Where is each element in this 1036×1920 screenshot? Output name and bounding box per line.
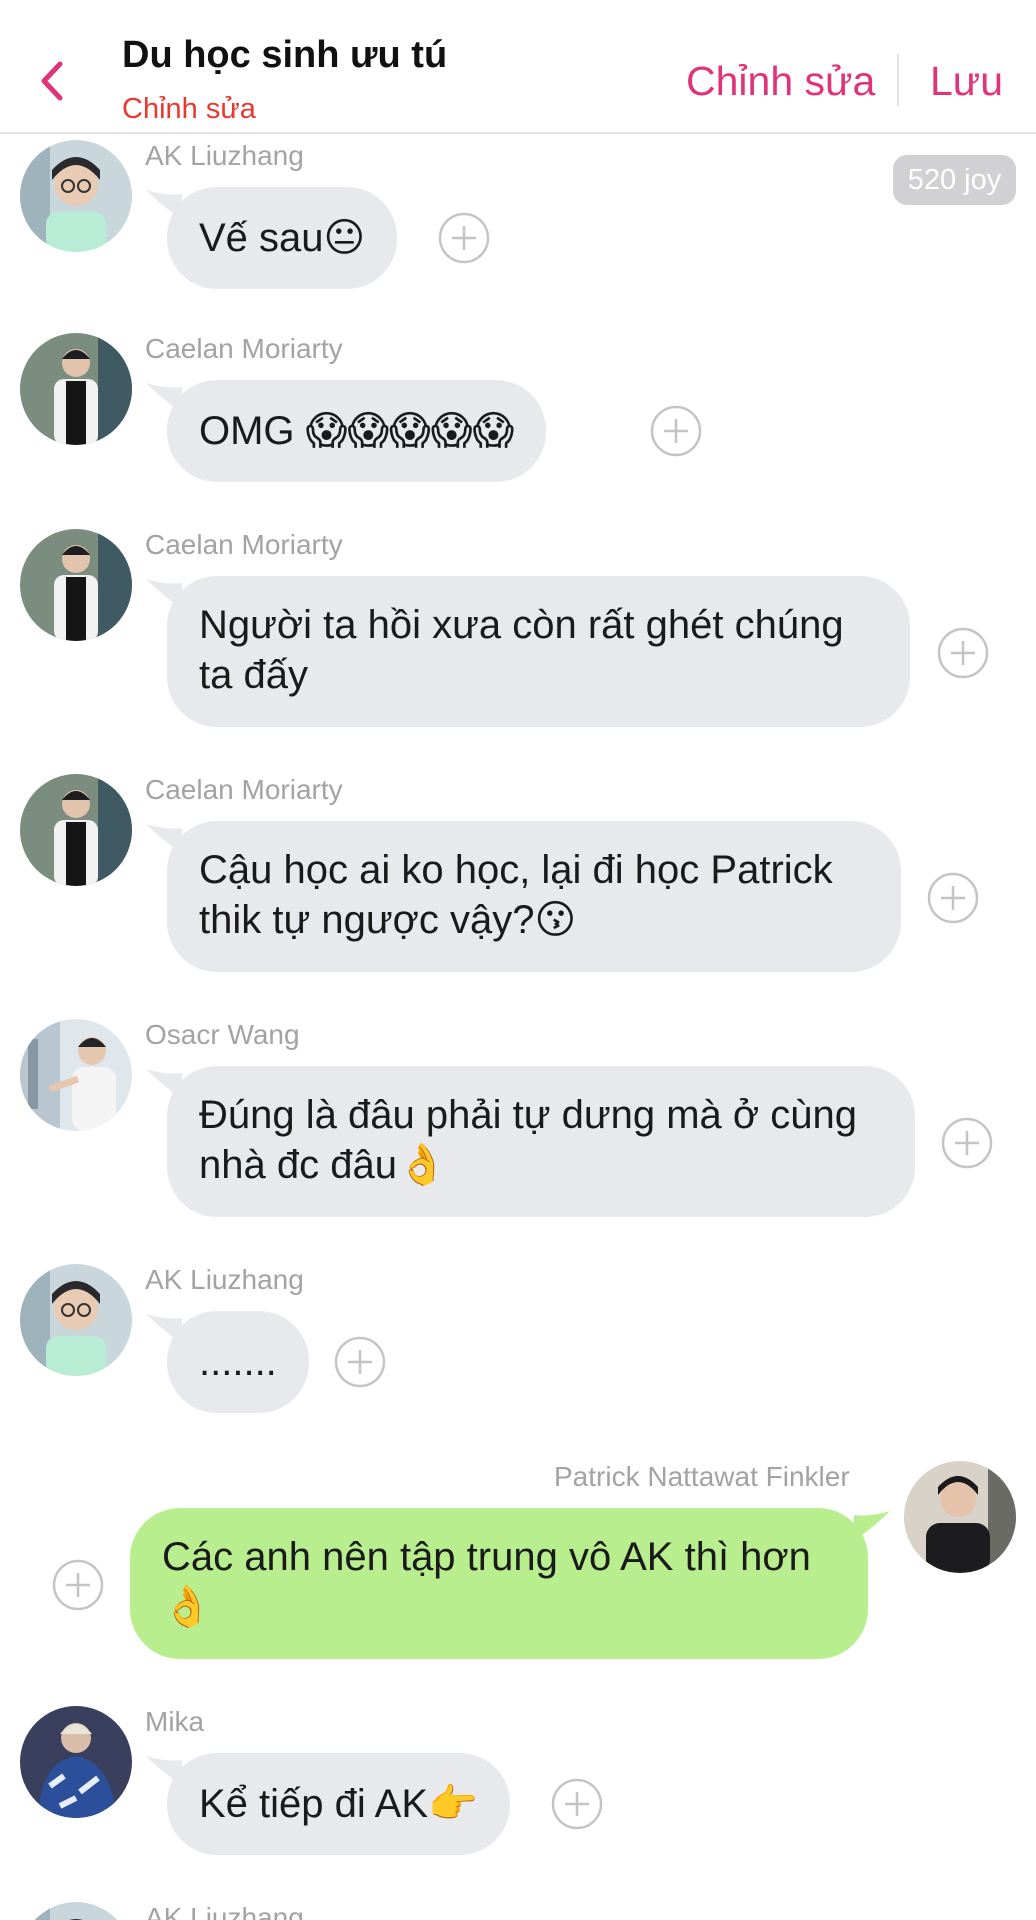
- sender-name: Caelan Moriarty: [145, 774, 343, 805]
- sender-name: Caelan Moriarty: [145, 333, 343, 364]
- avatar[interactable]: [20, 333, 132, 445]
- save-button[interactable]: Lưu: [930, 58, 1003, 105]
- sender-name: Caelan Moriarty: [145, 529, 343, 560]
- message-bubble[interactable]: Đúng là đâu phải tự dưng mà ở cùng nhà đ…: [167, 1066, 915, 1217]
- message-bubble[interactable]: Kể tiếp đi AK👉: [167, 1753, 510, 1855]
- plus-circle-icon[interactable]: [334, 1336, 386, 1388]
- message-bubble[interactable]: Vế sau😐: [167, 187, 398, 289]
- message-bubble[interactable]: OMG 😱😱😱😱😱: [167, 380, 547, 482]
- message-text: Người ta hồi xưa còn rất ghét chúng ta đ…: [199, 603, 844, 697]
- sender-name: Mika: [145, 1706, 205, 1737]
- plus-circle-icon[interactable]: [650, 405, 702, 457]
- avatar[interactable]: [904, 1461, 1016, 1573]
- plus-circle-icon[interactable]: [941, 1117, 993, 1169]
- message-bubble[interactable]: .......: [167, 1311, 309, 1413]
- avatar[interactable]: [20, 529, 132, 641]
- plus-circle-icon[interactable]: [927, 872, 979, 924]
- message-text: OMG 😱😱😱😱😱: [199, 409, 515, 453]
- sender-name: AK Liuzhang: [145, 1264, 304, 1295]
- edit-button[interactable]: Chỉnh sửa: [686, 58, 875, 105]
- message-text: Vế sau😐: [199, 216, 366, 260]
- plus-circle-icon[interactable]: [937, 627, 989, 679]
- chevron-left-icon[interactable]: [36, 58, 72, 104]
- message-text: Đúng là đâu phải tự dưng mà ở cùng nhà đ…: [199, 1093, 857, 1187]
- avatar[interactable]: [20, 774, 132, 886]
- sender-name: Osacr Wang: [145, 1019, 300, 1050]
- plus-circle-icon[interactable]: [52, 1559, 104, 1611]
- chat-subtitle[interactable]: Chỉnh sửa: [122, 93, 256, 126]
- message-text: .......: [199, 1340, 277, 1384]
- header-divider: [897, 54, 899, 106]
- message-text: Cậu học ai ko học, lại đi học Patrick th…: [199, 848, 833, 942]
- sender-name: AK Liuzhang: [145, 140, 304, 171]
- plus-circle-icon[interactable]: [551, 1778, 603, 1830]
- message-bubble[interactable]: Người ta hồi xưa còn rất ghét chúng ta đ…: [167, 576, 910, 727]
- avatar[interactable]: [20, 1264, 132, 1376]
- sender-name: AK Liuzhang: [145, 1902, 304, 1920]
- avatar[interactable]: [20, 1902, 132, 1920]
- chat-title: Du học sinh ưu tú: [122, 34, 448, 76]
- avatar[interactable]: [20, 1706, 132, 1818]
- nav-header: Du học sinh ưu tú Chỉnh sửa Chỉnh sửa Lư…: [0, 0, 1036, 134]
- message-bubble[interactable]: Cậu học ai ko học, lại đi học Patrick th…: [167, 821, 901, 972]
- sender-name: Patrick Nattawat Finkler: [554, 1461, 850, 1492]
- avatar[interactable]: [20, 140, 132, 252]
- joy-badge: 520 joy: [893, 155, 1016, 205]
- message-text: Các anh nên tập trung vô AK thì hơn👌: [162, 1535, 811, 1629]
- message-bubble[interactable]: Các anh nên tập trung vô AK thì hơn👌: [130, 1508, 868, 1659]
- plus-circle-icon[interactable]: [438, 212, 490, 264]
- chat-screen: Du học sinh ưu tú Chỉnh sửa Chỉnh sửa Lư…: [0, 0, 1036, 1920]
- message-text: Kể tiếp đi AK👉: [199, 1782, 478, 1826]
- avatar[interactable]: [20, 1019, 132, 1131]
